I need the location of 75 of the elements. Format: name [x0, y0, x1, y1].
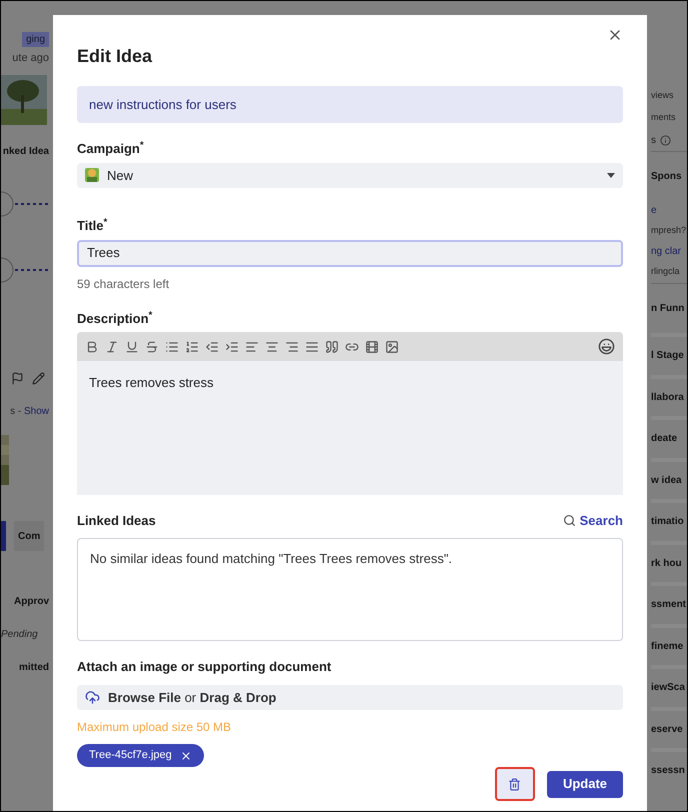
section-heading: Spons: [651, 170, 682, 184]
upload-limit-text: Maximum upload size 50 MB: [77, 719, 232, 736]
title-label: Title$^{*}$: [77, 216, 108, 235]
select-value: New: [107, 166, 134, 185]
image-icon[interactable]: [385, 340, 399, 354]
stage-item[interactable]: deate: [651, 431, 678, 446]
stage-item[interactable]: rk hou: [651, 556, 682, 571]
stat-text: s: [651, 134, 656, 148]
connector-drawing: [1, 189, 49, 219]
campaign-select[interactable]: New: [77, 162, 623, 188]
film-icon[interactable]: [365, 340, 379, 354]
section-heading: n Funn: [651, 302, 684, 316]
emoji-icon[interactable]: [598, 338, 615, 356]
stat-text: ments: [651, 111, 676, 124]
count-text: s -: [10, 404, 22, 418]
stage-item[interactable]: w idea: [651, 472, 682, 488]
sponsor-link[interactable]: e: [651, 203, 657, 218]
align-center-icon[interactable]: [265, 340, 279, 354]
stage-item[interactable]: l Stage: [651, 348, 684, 364]
indent-icon[interactable]: [225, 340, 239, 354]
section-heading: nked Idea: [2, 144, 49, 158]
info-icon[interactable]: [660, 134, 671, 146]
description-label: Description$^{*}$: [77, 309, 154, 328]
pencil-icon[interactable]: [32, 372, 45, 385]
outdent-icon[interactable]: [205, 340, 219, 354]
stage-item[interactable]: iewSca: [651, 680, 685, 696]
stat-text: views: [651, 89, 674, 102]
justify-icon[interactable]: [305, 340, 319, 354]
linked-ideas-label: Linked Ideas: [77, 512, 156, 530]
italic-icon[interactable]: [105, 340, 119, 354]
stage-item[interactable]: llabora: [651, 390, 684, 405]
status-text: Pending: [1, 628, 38, 642]
stat-text: rlingcla: [651, 265, 680, 278]
stage-item[interactable]: ssessn: [651, 763, 685, 778]
campaign-label: Campaign$^{*}$: [77, 139, 145, 158]
characters-left-hint: 59 characters left: [77, 276, 170, 293]
search-link[interactable]: Search: [562, 510, 623, 530]
description-field[interactable]: Trees removes stress: [77, 360, 623, 495]
bullet-list-icon[interactable]: [165, 340, 179, 354]
status-badge: ging: [22, 32, 49, 47]
section-heading: mitted: [19, 660, 49, 674]
show-link[interactable]: Show: [24, 404, 49, 418]
time-text: ute ago: [12, 50, 49, 66]
file-name: Tree-45cf7e.jpeg: [89, 748, 172, 764]
stage-item[interactable]: timatio: [651, 514, 684, 530]
upload-icon: [85, 690, 100, 705]
upload-text: Browse File or Drag & Drop: [108, 688, 276, 707]
underline-icon[interactable]: [125, 340, 139, 354]
stage-item[interactable]: eserve: [651, 722, 683, 737]
section-heading: Approv: [14, 594, 49, 608]
bold-icon[interactable]: [85, 340, 99, 354]
delete-button[interactable]: [494, 767, 535, 802]
stage-item[interactable]: ssment: [651, 597, 686, 612]
stat-text: mpresh?: [651, 224, 686, 238]
upload-area[interactable]: Browse File or Drag & Drop: [77, 684, 623, 710]
caret-icon: [607, 172, 615, 178]
flag-icon[interactable]: [11, 372, 24, 385]
connector-drawing: [1, 255, 49, 285]
dialog-title: Edit Idea: [77, 45, 154, 68]
align-right-icon[interactable]: [285, 340, 299, 354]
stage-item[interactable]: fineme: [651, 638, 684, 654]
sponsor-link[interactable]: ng clar: [651, 244, 682, 259]
notice-banner: new instructions for users: [77, 86, 623, 124]
attach-label: Attach an image or supporting document: [77, 658, 332, 676]
comment-button[interactable]: Com: [14, 521, 44, 551]
strikethrough-icon[interactable]: [145, 340, 159, 354]
search-icon: [562, 514, 576, 528]
trash-icon: [508, 778, 522, 791]
no-results-message: No similar ideas found matching "Trees Trees removes stress".: [90, 551, 452, 566]
remove-icon[interactable]: [180, 750, 192, 762]
numbered-list-icon[interactable]: [185, 340, 199, 354]
update-button[interactable]: Update: [546, 770, 623, 798]
title-field[interactable]: Trees: [77, 240, 623, 267]
quote-icon[interactable]: [325, 340, 339, 354]
align-left-icon[interactable]: [245, 340, 259, 354]
